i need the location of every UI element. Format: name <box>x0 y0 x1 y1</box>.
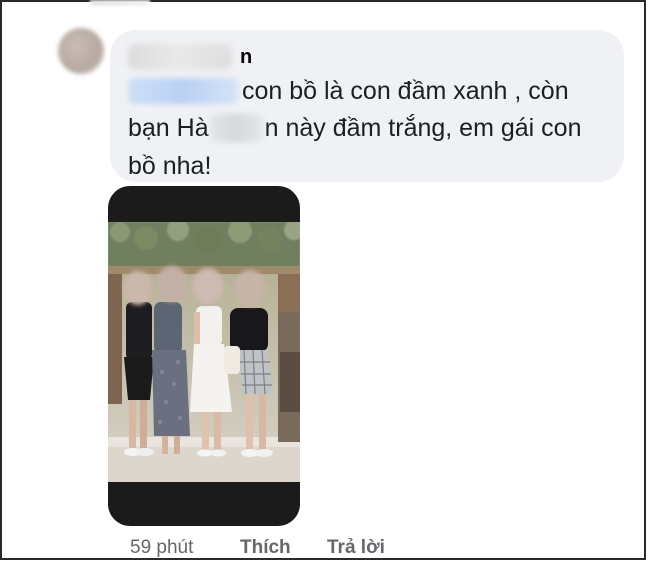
comment-text-2b: n này đầm trắng, em gái con <box>264 114 582 142</box>
like-button[interactable]: Thích <box>240 536 291 560</box>
comment-line-1: con bồ là con đầm xanh , còn <box>128 75 569 107</box>
mention-blurred[interactable] <box>128 78 238 104</box>
comment-text-2a: bạn Hà <box>128 114 209 142</box>
group-photo <box>108 222 300 482</box>
comment-line-2: bạn Hà n này đầm trắng, em gái con <box>128 112 581 144</box>
name-blurred <box>210 114 263 142</box>
comment-text-3: bồ nha! <box>128 152 212 180</box>
comment-timestamp[interactable]: 59 phút <box>130 536 193 560</box>
cropped-previous-content <box>90 0 150 6</box>
comment-line-3: bồ nha! <box>128 150 211 182</box>
avatar[interactable] <box>58 28 104 74</box>
author-name-suffix[interactable]: n <box>240 46 252 69</box>
author-name-blurred <box>128 44 232 70</box>
author-row[interactable]: n <box>128 42 252 72</box>
comment-bubble: n con bồ là con đầm xanh , còn bạn Hà n … <box>110 30 624 182</box>
photo-attachment[interactable] <box>108 186 300 526</box>
reply-button[interactable]: Trả lời <box>327 536 385 560</box>
comment-text-1: con bồ là con đầm xanh , còn <box>242 77 569 105</box>
